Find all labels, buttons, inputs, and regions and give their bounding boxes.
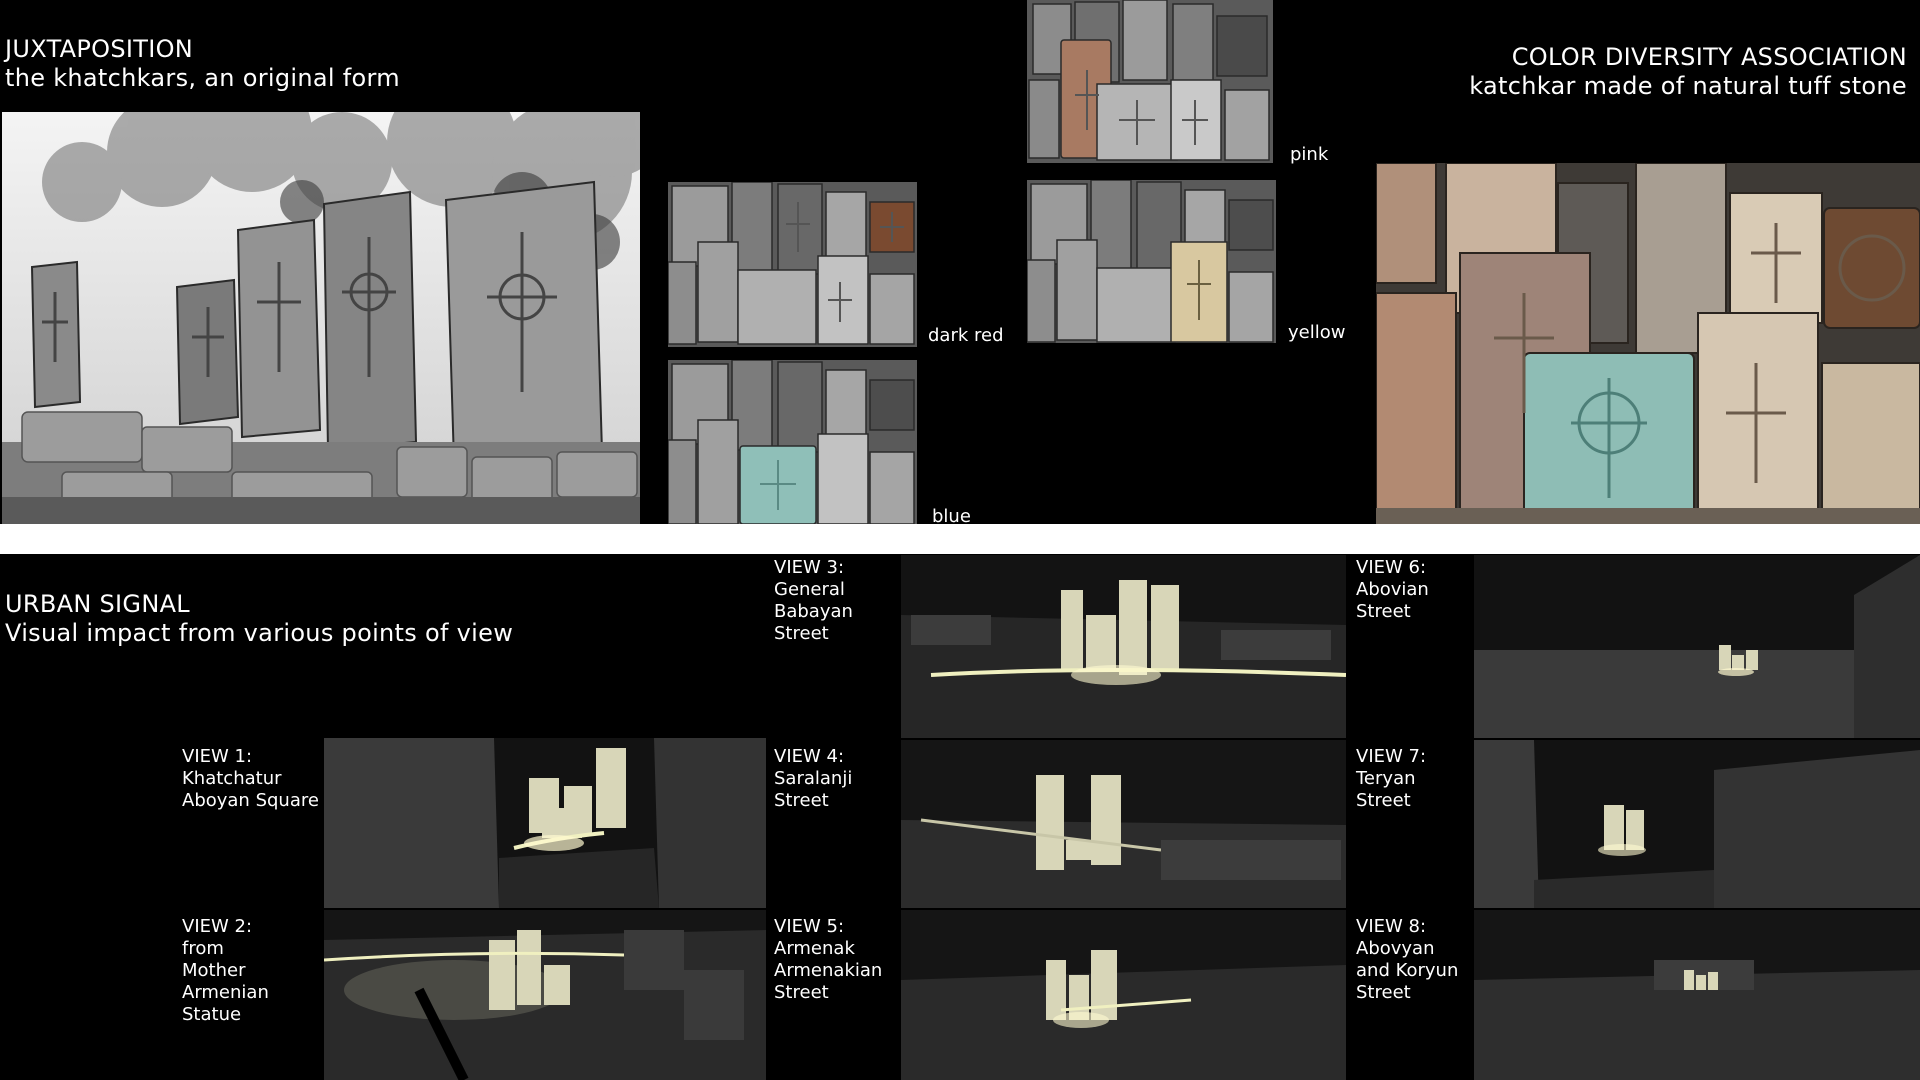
view-4-caption: VIEW 4: Saralanji Street xyxy=(774,746,853,811)
view-3-caption: VIEW 3: General Babayan Street xyxy=(774,557,853,644)
view-7-render xyxy=(1474,740,1920,908)
view-5-caption: VIEW 5: Armenak Armenakian Street xyxy=(774,916,883,1003)
view-8-caption: VIEW 8: Abovyan and Koryun Street xyxy=(1356,916,1459,1003)
color-diversity-subtitle: katchkar made of natural tuff stone xyxy=(1469,72,1907,100)
view-1-render xyxy=(324,738,766,908)
urban-signal-title: URBAN SIGNAL xyxy=(5,590,190,618)
juxtaposition-heading: JUXTAPOSITION the khatchkars, an origina… xyxy=(5,35,400,93)
view-4-render xyxy=(901,740,1346,908)
swatch-label-dark-red: dark red xyxy=(928,325,1004,346)
view-2-render xyxy=(324,910,766,1080)
swatch-label-yellow: yellow xyxy=(1288,322,1346,343)
khatchkar-color-photo xyxy=(1376,163,1920,524)
khatchkar-bw-photo xyxy=(2,112,640,524)
view-8-render xyxy=(1474,910,1920,1080)
swatch-photo-yellow xyxy=(1027,180,1276,343)
view-3-render xyxy=(901,555,1346,738)
swatch-photo-pink xyxy=(1027,0,1273,163)
view-2-caption: VIEW 2: from Mother Armenian Statue xyxy=(182,916,269,1025)
view-7-caption: VIEW 7: Teryan Street xyxy=(1356,746,1427,811)
juxtaposition-subtitle: the khatchkars, an original form xyxy=(5,64,400,92)
view-6-caption: VIEW 6: Abovian Street xyxy=(1356,557,1429,622)
color-diversity-title: COLOR DIVERSITY ASSOCIATION xyxy=(1511,43,1907,71)
swatch-photo-dark-red xyxy=(668,182,917,347)
urban-signal-subtitle: Visual impact from various points of vie… xyxy=(5,619,514,647)
color-diversity-heading: COLOR DIVERSITY ASSOCIATION katchkar mad… xyxy=(1287,43,1907,101)
swatch-photo-blue xyxy=(668,360,917,524)
juxtaposition-title: JUXTAPOSITION xyxy=(5,35,194,63)
swatch-label-pink: pink xyxy=(1290,144,1329,165)
view-6-render xyxy=(1474,555,1920,738)
urban-signal-heading: URBAN SIGNAL Visual impact from various … xyxy=(5,590,513,648)
section-divider xyxy=(0,524,1920,554)
view-5-render xyxy=(901,910,1346,1080)
view-1-caption: VIEW 1: Khatchatur Aboyan Square xyxy=(182,746,319,811)
